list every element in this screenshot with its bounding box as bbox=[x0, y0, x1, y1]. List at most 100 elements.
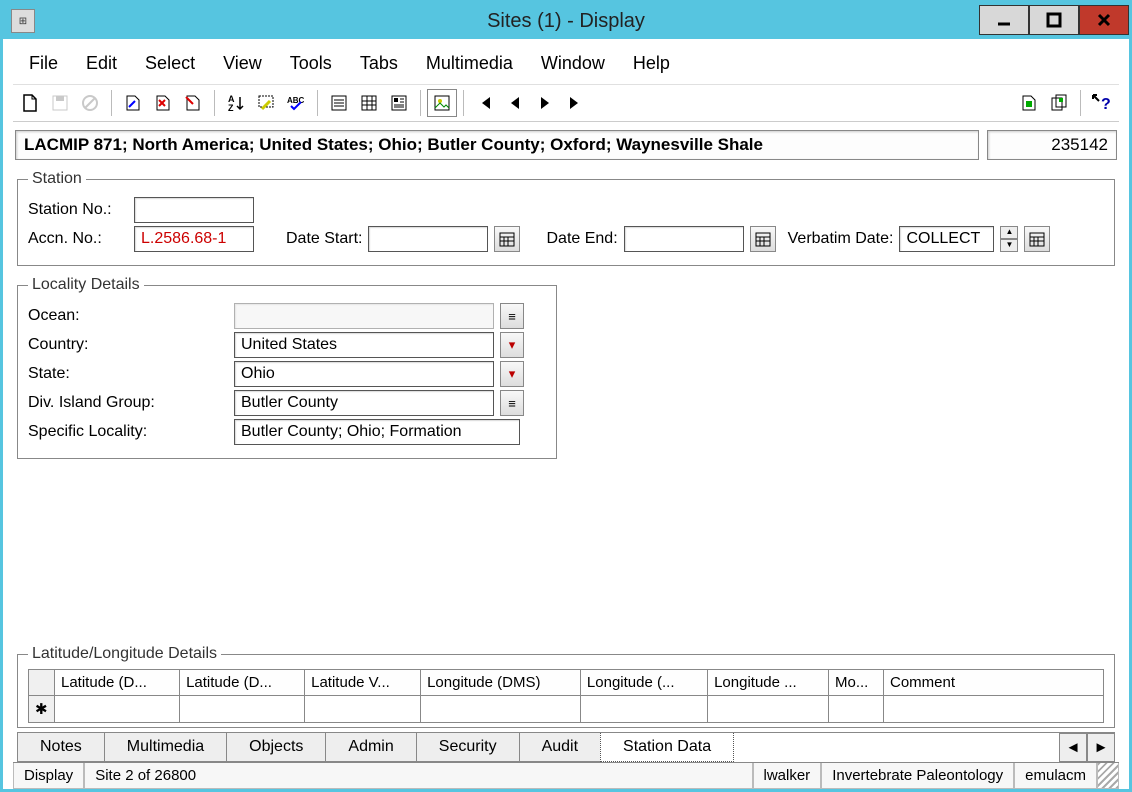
locality-group: Locality Details Ocean: ≡ Country: ▾ Sta… bbox=[17, 276, 557, 459]
col-lat-dec[interactable]: Latitude (D... bbox=[180, 670, 305, 696]
toolbar-sep bbox=[317, 90, 318, 116]
minimize-button[interactable] bbox=[979, 5, 1029, 35]
app-icon: ⊞ bbox=[11, 9, 35, 33]
view-detail-button[interactable] bbox=[324, 89, 354, 117]
col-lat-verb[interactable]: Latitude V... bbox=[305, 670, 421, 696]
station-no-input[interactable] bbox=[134, 197, 254, 223]
tab-multimedia[interactable]: Multimedia bbox=[104, 733, 227, 762]
maximize-button[interactable] bbox=[1029, 5, 1079, 35]
menu-view[interactable]: View bbox=[211, 51, 274, 76]
date-end-label: Date End: bbox=[546, 230, 617, 248]
spinner-up-button[interactable]: ▲ bbox=[1000, 226, 1018, 239]
station-no-label: Station No.: bbox=[28, 201, 128, 219]
station-legend: Station bbox=[28, 170, 86, 188]
statusbar: Display Site 2 of 26800 lwalker Inverteb… bbox=[13, 762, 1119, 789]
toolbar-sep bbox=[214, 90, 215, 116]
tab-scroll: ◄ ► bbox=[1059, 733, 1115, 762]
date-start-picker-button[interactable] bbox=[494, 226, 520, 252]
table-row[interactable]: ✱ bbox=[29, 696, 1104, 723]
tab-admin[interactable]: Admin bbox=[325, 733, 416, 762]
attach-button[interactable] bbox=[118, 89, 148, 117]
tab-station-data[interactable]: Station Data bbox=[600, 733, 734, 762]
state-input[interactable] bbox=[234, 361, 494, 387]
ocean-lookup-button[interactable]: ≡ bbox=[500, 303, 524, 329]
tabs-row: Notes Multimedia Objects Admin Security … bbox=[17, 732, 1115, 762]
menu-select[interactable]: Select bbox=[133, 51, 207, 76]
date-end-input[interactable] bbox=[624, 226, 744, 252]
col-comment[interactable]: Comment bbox=[884, 670, 1104, 696]
date-end-picker-button[interactable] bbox=[750, 226, 776, 252]
accn-no-label: Accn. No.: bbox=[28, 230, 128, 248]
status-host: emulacm bbox=[1014, 763, 1097, 789]
menu-tools[interactable]: Tools bbox=[278, 51, 344, 76]
edit-note-button[interactable] bbox=[251, 89, 281, 117]
tab-objects[interactable]: Objects bbox=[226, 733, 326, 762]
titlebar: ⊞ Sites (1) - Display bbox=[3, 3, 1129, 39]
tab-audit[interactable]: Audit bbox=[519, 733, 601, 762]
new-record-button[interactable] bbox=[15, 89, 45, 117]
verbatim-spinner[interactable]: ▲ ▼ bbox=[1000, 226, 1018, 252]
discard-button[interactable] bbox=[178, 89, 208, 117]
paste-record-button[interactable] bbox=[1044, 89, 1074, 117]
svg-text:Z: Z bbox=[228, 103, 234, 113]
first-record-button[interactable] bbox=[470, 89, 500, 117]
view-image-button[interactable] bbox=[427, 89, 457, 117]
div-island-lookup-button[interactable]: ≡ bbox=[500, 390, 524, 416]
tab-scroll-right-button[interactable]: ► bbox=[1087, 733, 1115, 762]
menu-help[interactable]: Help bbox=[621, 51, 682, 76]
accn-no-input[interactable] bbox=[134, 226, 254, 252]
country-lookup-button[interactable]: ▾ bbox=[500, 332, 524, 358]
verbatim-date-input[interactable] bbox=[899, 226, 994, 252]
menu-file[interactable]: File bbox=[17, 51, 70, 76]
record-summary-bar: LACMIP 871; North America; United States… bbox=[15, 130, 1117, 160]
cancel-button[interactable] bbox=[75, 89, 105, 117]
close-button[interactable] bbox=[1079, 5, 1129, 35]
copy-record-button[interactable] bbox=[1014, 89, 1044, 117]
view-contact-button[interactable] bbox=[384, 89, 414, 117]
specific-locality-input[interactable] bbox=[234, 419, 520, 445]
state-lookup-button[interactable]: ▾ bbox=[500, 361, 524, 387]
toolbar-sep bbox=[111, 90, 112, 116]
row-marker-header bbox=[29, 670, 55, 696]
form-area: Station Station No.: Accn. No.: Date Sta… bbox=[13, 166, 1119, 762]
view-list-button[interactable] bbox=[354, 89, 384, 117]
prev-record-button[interactable] bbox=[500, 89, 530, 117]
resize-grip[interactable] bbox=[1097, 763, 1119, 789]
menubar: File Edit Select View Tools Tabs Multime… bbox=[13, 45, 1119, 85]
specific-locality-label: Specific Locality: bbox=[28, 423, 228, 441]
save-button[interactable] bbox=[45, 89, 75, 117]
ditto-button[interactable] bbox=[148, 89, 178, 117]
country-input[interactable] bbox=[234, 332, 494, 358]
next-record-button[interactable] bbox=[530, 89, 560, 117]
date-start-input[interactable] bbox=[368, 226, 488, 252]
menu-edit[interactable]: Edit bbox=[74, 51, 129, 76]
div-island-input[interactable] bbox=[234, 390, 494, 416]
app-window: ⊞ Sites (1) - Display File Edit Select V… bbox=[0, 0, 1132, 792]
menu-tabs[interactable]: Tabs bbox=[348, 51, 410, 76]
spellcheck-button[interactable]: ABC bbox=[281, 89, 311, 117]
latlon-legend: Latitude/Longitude Details bbox=[28, 645, 221, 663]
record-summary: LACMIP 871; North America; United States… bbox=[15, 130, 979, 160]
last-record-button[interactable] bbox=[560, 89, 590, 117]
tab-notes[interactable]: Notes bbox=[17, 733, 105, 762]
col-lat-dms[interactable]: Latitude (D... bbox=[55, 670, 180, 696]
context-help-button[interactable]: ? bbox=[1087, 89, 1117, 117]
spinner-down-button[interactable]: ▼ bbox=[1000, 239, 1018, 252]
verbatim-date-label: Verbatim Date: bbox=[788, 230, 894, 248]
col-lon-dms[interactable]: Longitude (DMS) bbox=[421, 670, 581, 696]
latlon-table[interactable]: Latitude (D... Latitude (D... Latitude V… bbox=[28, 669, 1104, 723]
col-lon-dec[interactable]: Longitude (... bbox=[580, 670, 707, 696]
window-controls bbox=[979, 8, 1129, 35]
menu-window[interactable]: Window bbox=[529, 51, 617, 76]
new-row-marker[interactable]: ✱ bbox=[29, 696, 55, 723]
sort-button[interactable]: AZ bbox=[221, 89, 251, 117]
tab-security[interactable]: Security bbox=[416, 733, 520, 762]
toolbar: AZ ABC ? bbox=[13, 85, 1119, 122]
tab-scroll-left-button[interactable]: ◄ bbox=[1059, 733, 1087, 762]
menu-multimedia[interactable]: Multimedia bbox=[414, 51, 525, 76]
col-lon-verb[interactable]: Longitude ... bbox=[708, 670, 829, 696]
date-start-label: Date Start: bbox=[286, 230, 362, 248]
verbatim-date-picker-button[interactable] bbox=[1024, 226, 1050, 252]
status-mode: Display bbox=[13, 763, 84, 789]
col-mo[interactable]: Mo... bbox=[829, 670, 884, 696]
